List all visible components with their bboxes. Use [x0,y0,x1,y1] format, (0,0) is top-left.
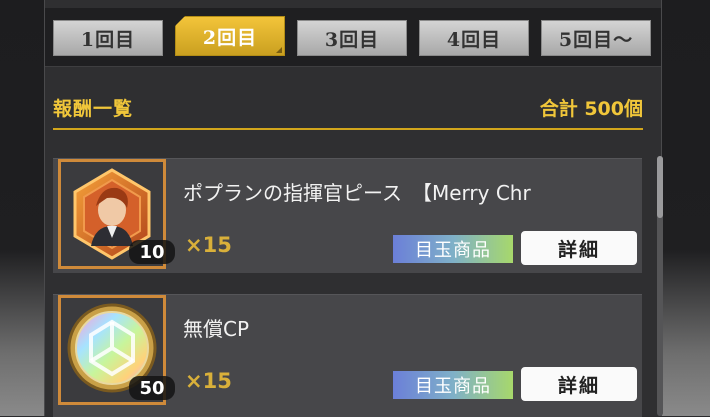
tab-5[interactable]: 5回目〜 [541,20,651,56]
tab-3[interactable]: 3回目 [297,20,407,56]
tab-4[interactable]: 4回目 [419,20,529,56]
reward-list-title: 報酬一覧 [53,98,134,120]
tab-1[interactable]: 1回目 [53,20,163,56]
quantity-badge: 50 [129,376,175,400]
tab-5-label: 5回目〜 [558,28,634,51]
reward-total: 合計 500個 [539,98,643,120]
detail-button[interactable]: 詳細 [521,367,637,401]
tab-bar: 1回目 2回目 3回目 4回目 5回目〜 [45,8,661,67]
reward-name: 無償CP [183,317,250,341]
detail-button[interactable]: 詳細 [521,231,637,265]
scrollbar[interactable] [657,156,663,416]
scrollbar-thumb[interactable] [657,156,663,218]
reward-item: 10 ポプランの指揮官ピース 【Merry Chr ×15 目玉商品 詳細 [53,158,642,273]
reward-item: 50 無償CP ×15 目玉商品 詳細 [53,294,642,417]
tab-3-label: 3回目 [324,28,380,51]
reward-multiplier: ×15 [185,369,232,393]
tab-corner-mark [276,47,282,53]
background-left [0,0,44,416]
reward-list-header: 報酬一覧 合計 500個 [53,92,643,130]
featured-tag: 目玉商品 [393,235,513,263]
reward-panel: 1回目 2回目 3回目 4回目 5回目〜 報酬一覧 合計 500個 10 ポプラ… [44,0,663,417]
reward-multiplier: ×15 [185,233,232,257]
featured-tag: 目玉商品 [393,371,513,399]
tab-2-label: 2回目 [202,26,258,49]
tab-1-label: 1回目 [80,28,136,51]
reward-thumb: 10 [58,159,175,269]
background-right [660,0,710,416]
tab-2[interactable]: 2回目 [175,16,285,56]
tab-4-label: 4回目 [446,28,502,51]
quantity-badge: 10 [129,240,175,264]
reward-name: ポプランの指揮官ピース 【Merry Chr [183,181,531,205]
reward-thumb: 50 [58,295,175,405]
